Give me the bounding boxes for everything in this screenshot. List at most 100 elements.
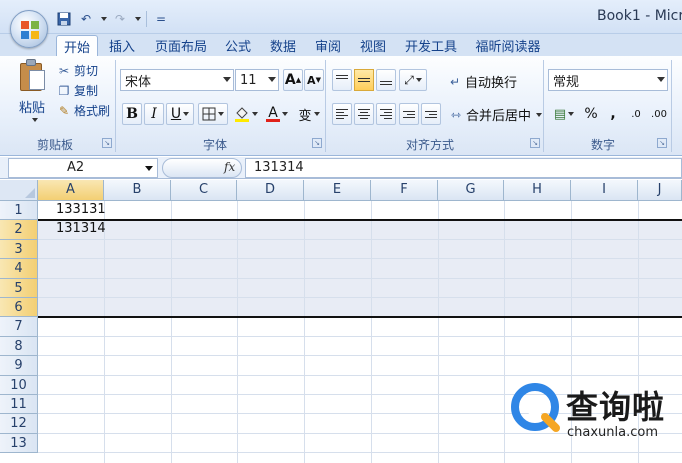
align-bottom-icon xyxy=(380,81,392,85)
tab-foxit-reader[interactable]: 福昕阅读器 xyxy=(470,35,546,56)
tab-review[interactable]: 审阅 xyxy=(310,35,346,56)
tab-formulas[interactable]: 公式 xyxy=(220,35,256,56)
cut-label: 剪切 xyxy=(74,64,99,78)
row-header-9[interactable]: 9 xyxy=(0,356,38,376)
redo-dropdown-icon[interactable] xyxy=(132,9,142,29)
undo-icon[interactable]: ↶ xyxy=(76,9,96,29)
quick-access-toolbar: ↶ ↷ = xyxy=(54,8,171,30)
select-all-icon xyxy=(25,188,35,198)
row-header-1[interactable]: 1 xyxy=(0,201,38,221)
cut-button[interactable]: ✂ 剪切 xyxy=(57,62,98,79)
chevron-down-icon xyxy=(568,112,575,116)
increase-indent-button[interactable] xyxy=(421,103,441,125)
grid-line xyxy=(38,297,682,298)
row-header-11[interactable]: 11 xyxy=(0,395,38,415)
font-name-combo[interactable]: 宋体 xyxy=(120,69,234,91)
undo-dropdown-icon[interactable] xyxy=(98,9,108,29)
merge-center-button[interactable]: ⇿ 合并后居中 xyxy=(449,105,543,124)
align-middle-button[interactable] xyxy=(354,69,374,91)
number-format-combo[interactable]: 常规 xyxy=(548,69,668,91)
align-middle-icon xyxy=(358,78,370,82)
row-header-6[interactable]: 6 xyxy=(0,298,38,318)
row-header-5[interactable]: 5 xyxy=(0,278,38,298)
customize-qat-icon[interactable]: = xyxy=(151,9,171,29)
column-header-e[interactable]: E xyxy=(304,180,371,201)
chevron-down-icon xyxy=(282,112,288,116)
insert-function-icon[interactable]: fx xyxy=(224,160,235,174)
borders-button[interactable] xyxy=(198,103,228,125)
shrink-font-button[interactable]: A ▼ xyxy=(304,69,324,91)
selected-rows-range[interactable] xyxy=(38,220,682,318)
row-header-12[interactable]: 12 xyxy=(0,414,38,434)
column-header-d[interactable]: D xyxy=(237,180,304,201)
select-all-button[interactable] xyxy=(0,180,38,201)
grid-line xyxy=(38,238,682,240)
accounting-format-button[interactable]: ▤ xyxy=(549,103,579,125)
tab-page-layout[interactable]: 页面布局 xyxy=(150,35,212,56)
tab-insert[interactable]: 插入 xyxy=(104,35,140,56)
column-header-i[interactable]: I xyxy=(571,180,638,201)
tab-view[interactable]: 视图 xyxy=(355,35,391,56)
number-launcher-icon[interactable]: ↘ xyxy=(657,138,667,148)
redo-icon[interactable]: ↷ xyxy=(110,9,130,29)
grow-font-icon: A xyxy=(284,72,296,88)
italic-button[interactable]: I xyxy=(144,103,164,125)
column-header-g[interactable]: G xyxy=(438,180,504,201)
align-top-button[interactable] xyxy=(332,69,352,91)
decrease-decimal-button[interactable]: .00 xyxy=(648,103,670,125)
cell-a1[interactable]: 133131 xyxy=(56,202,106,217)
name-box[interactable]: A2 xyxy=(8,158,158,178)
column-header-j[interactable]: J xyxy=(638,180,682,201)
align-bottom-button[interactable] xyxy=(376,69,396,91)
comma-style-button[interactable]: , xyxy=(604,103,622,125)
column-header-h[interactable]: H xyxy=(504,180,571,201)
row-header-3[interactable]: 3 xyxy=(0,239,38,260)
clipboard-launcher-icon[interactable]: ↘ xyxy=(102,138,112,148)
grid-line xyxy=(304,201,305,463)
column-header-f[interactable]: F xyxy=(371,180,438,201)
row-header-2[interactable]: 2 xyxy=(0,220,38,240)
column-header-b[interactable]: B xyxy=(104,180,171,201)
phonetic-button[interactable]: 变 xyxy=(295,103,323,125)
row-header-8[interactable]: 8 xyxy=(0,336,38,357)
align-left-button[interactable] xyxy=(332,103,352,125)
merge-center-label: 合并后居中 xyxy=(466,109,532,124)
font-size-combo[interactable]: 11 xyxy=(235,69,279,91)
wrap-text-button[interactable]: ↵ 自动换行 xyxy=(448,72,517,92)
tab-data[interactable]: 数据 xyxy=(265,35,301,56)
font-color-button[interactable]: A xyxy=(262,103,292,125)
grid-line xyxy=(38,374,682,376)
office-logo-icon xyxy=(21,21,39,39)
column-header-a[interactable]: A xyxy=(38,180,104,201)
grid-line xyxy=(38,355,682,357)
column-header-c[interactable]: C xyxy=(171,180,237,201)
font-launcher-icon[interactable]: ↘ xyxy=(312,138,322,148)
increase-decimal-button[interactable]: .0 xyxy=(625,103,647,125)
number-group-label: 数字 xyxy=(590,138,615,152)
tab-home[interactable]: 开始 xyxy=(56,35,98,56)
copy-button[interactable]: ❐ 复制 xyxy=(57,82,98,99)
row-header-7[interactable]: 7 xyxy=(0,317,38,337)
percent-button[interactable]: % xyxy=(581,103,601,125)
selection-top-border xyxy=(38,219,682,222)
alignment-launcher-icon[interactable]: ↘ xyxy=(530,138,540,148)
align-center-button[interactable] xyxy=(354,103,374,125)
decrease-indent-button[interactable] xyxy=(399,103,419,125)
align-right-button[interactable] xyxy=(376,103,396,125)
save-icon[interactable] xyxy=(54,9,74,29)
row-header-4[interactable]: 4 xyxy=(0,259,38,279)
row-header-13[interactable]: 13 xyxy=(0,433,38,454)
row-header-10[interactable]: 10 xyxy=(0,375,38,395)
underline-button[interactable]: U xyxy=(166,103,194,125)
fill-color-button[interactable] xyxy=(231,103,261,125)
paste-dropdown-icon[interactable] xyxy=(32,118,38,122)
bold-button[interactable]: B xyxy=(122,103,142,125)
tab-developer[interactable]: 开发工具 xyxy=(400,35,462,56)
orientation-button[interactable]: ⤢ xyxy=(399,69,427,91)
cell-a2[interactable]: 131314 xyxy=(56,221,106,236)
office-button[interactable] xyxy=(10,10,48,48)
formula-input[interactable]: 131314 xyxy=(245,158,682,178)
grow-font-button[interactable]: A ▲ xyxy=(283,69,303,91)
clipboard-clip-icon xyxy=(26,59,36,66)
format-painter-button[interactable]: ✎ 格式刷 xyxy=(57,102,110,119)
